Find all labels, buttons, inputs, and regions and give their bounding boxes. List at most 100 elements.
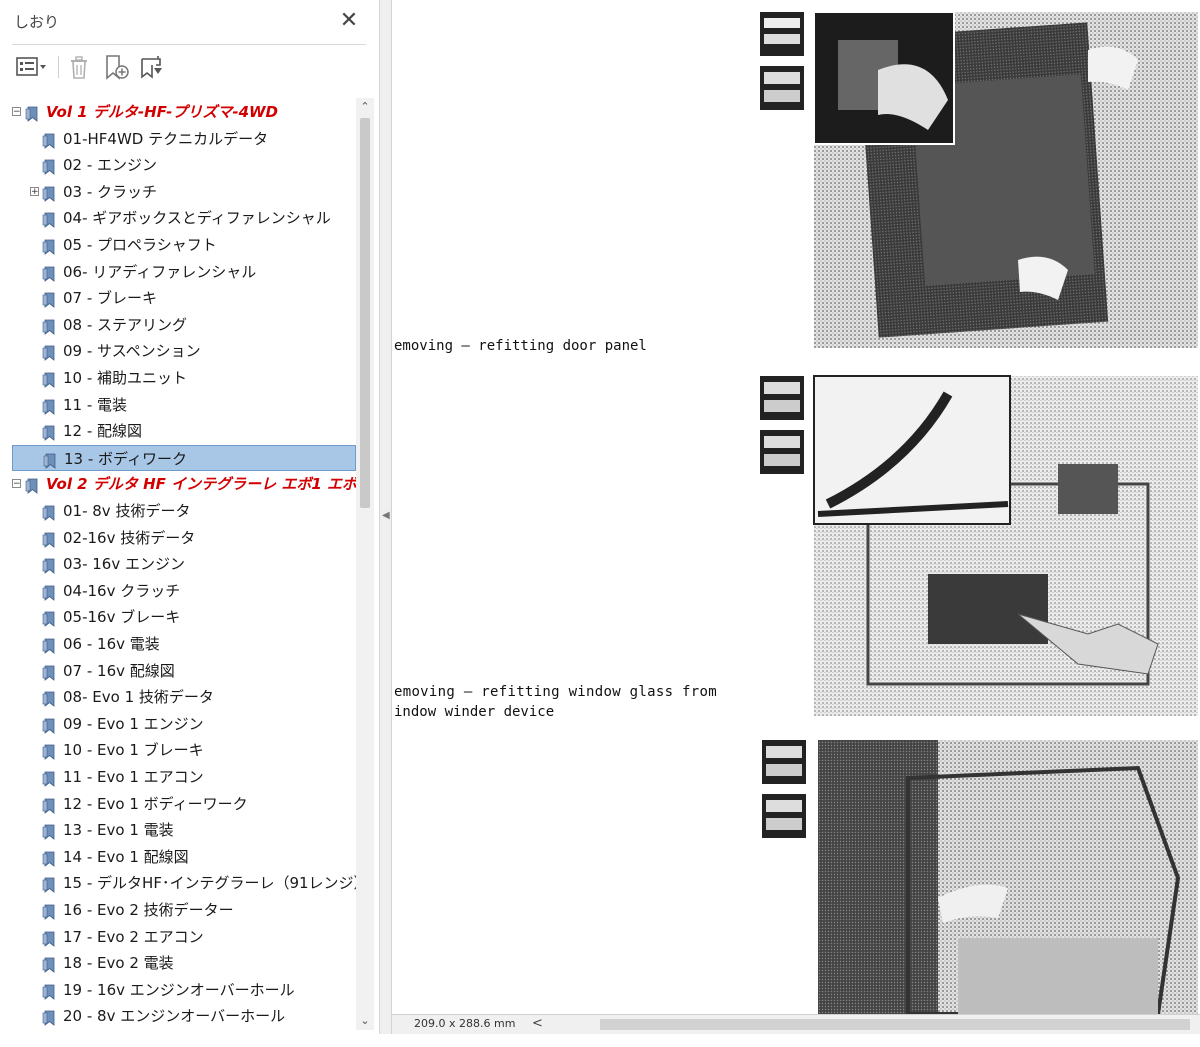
scrollbar-thumb[interactable] [360, 118, 370, 508]
bookmark-label: 02 - エンジン [63, 156, 158, 174]
bookmark-item[interactable]: 05 - プロペラシャフト [12, 232, 356, 258]
bookmark-label: 10 - 補助ユニット [63, 369, 188, 387]
bookmark-icon [42, 609, 57, 627]
bookmark-item[interactable]: 07 - ブレーキ [12, 285, 356, 311]
bookmark-volume[interactable]: − Vol 2 デルタ HF インテグラーレ エボ1 エボ2 [12, 471, 356, 497]
bookmark-item[interactable]: 13 - Evo 1 電装 [12, 817, 356, 843]
bookmark-item[interactable]: 02 - エンジン [12, 152, 356, 178]
bookmark-item[interactable]: 11 - Evo 1 エアコン [12, 764, 356, 790]
bookmark-item[interactable]: 15 - デルタHF･インテグラーレ（91レンジ） [12, 870, 356, 896]
bookmark-icon [42, 503, 57, 521]
horizontal-scrollbar-thumb[interactable] [600, 1019, 1190, 1030]
bookmark-item[interactable]: 03- 16v エンジン [12, 551, 356, 577]
bookmark-icon [42, 184, 57, 202]
scroll-left-icon[interactable]: < [532, 1016, 543, 1031]
bookmarks-panel: しおり ✕ − Vol 1 デルタ-HF-プリズマ-4WD 01-HF4WD テ… [0, 0, 380, 1047]
collapse-arrow-icon[interactable]: ◀ [382, 510, 390, 521]
trash-icon[interactable] [66, 52, 92, 82]
bookmark-item[interactable]: 11 - 電装 [12, 392, 356, 418]
bookmark-item[interactable]: 12 - Evo 1 ボディーワーク [12, 791, 356, 817]
bookmark-label: 08 - ステアリング [63, 316, 188, 334]
bookmark-label: 12 - 配線図 [63, 422, 143, 440]
bookmark-volume[interactable]: − Vol 1 デルタ-HF-プリズマ-4WD [12, 99, 356, 125]
bookmark-item[interactable]: 14 - Evo 1 配線図 [12, 844, 356, 870]
bookmark-item[interactable]: 16 - Evo 2 技術データー [12, 897, 356, 923]
caption-door-panel: emoving – refitting door panel [394, 338, 647, 354]
bookmark-icon [42, 769, 57, 787]
bookmark-item[interactable]: 20 - 8v エンジンオーバーホール [12, 1003, 356, 1029]
collapse-icon[interactable]: − [12, 479, 21, 489]
bookmark-icon [42, 796, 57, 814]
bookmark-label: 10 - Evo 1 ブレーキ [63, 741, 204, 759]
bookmark-icon [42, 583, 57, 601]
bookmark-label: 17 - Evo 2 エアコン [63, 928, 204, 946]
bookmark-icon [42, 530, 57, 548]
bookmark-item[interactable]: 07 - 16v 配線図 [12, 658, 356, 684]
bookmark-label: 09 - Evo 1 エンジン [63, 715, 204, 733]
bookmark-label: 16 - Evo 2 技術データー [63, 901, 234, 919]
caption-window-glass-line2: indow winder device [394, 704, 555, 720]
bookmark-item[interactable]: 01-HF4WD テクニカルデータ [12, 126, 356, 152]
bookmark-label: 11 - Evo 1 エアコン [63, 768, 204, 786]
bookmark-item[interactable]: 10 - 補助ユニット [12, 365, 356, 391]
bookmark-item[interactable]: 18 - Evo 2 電装 [12, 950, 356, 976]
panel-header: しおり ✕ [0, 0, 380, 46]
bookmark-item[interactable]: 09 - サスペンション [12, 338, 356, 364]
bookmarks-toolbar [0, 48, 380, 88]
bookmark-item[interactable]: 04- ギアボックスとディファレンシャル [12, 205, 356, 231]
bookmark-icon [42, 689, 57, 707]
window-glass-photo [760, 375, 1198, 716]
add-bookmark-icon[interactable] [102, 52, 130, 82]
bookmark-label: 14 - Evo 1 配線図 [63, 848, 189, 866]
bookmark-item[interactable]: +03 - クラッチ [12, 179, 356, 205]
scroll-down-icon[interactable]: ⌄ [356, 1012, 374, 1030]
bookmark-item[interactable]: 06- リアディファレンシャル [12, 259, 356, 285]
bookmark-icon [42, 423, 57, 441]
toolbar-divider [58, 56, 59, 78]
bookmark-label: 07 - ブレーキ [63, 289, 158, 307]
bookmark-icon [25, 104, 40, 122]
close-panel-button[interactable]: ✕ [336, 8, 362, 34]
bookmark-item[interactable]: 01- 8v 技術データ [12, 498, 356, 524]
bookmark-item[interactable]: 09 - Evo 1 エンジン [12, 711, 356, 737]
glass-removal-photo [762, 740, 1198, 1014]
bookmark-icon [42, 822, 57, 840]
bookmark-label: Vol 1 デルタ-HF-プリズマ-4WD [46, 103, 279, 121]
bookmark-item[interactable]: 19 - 16v エンジンオーバーホール [12, 977, 356, 1003]
bookmark-icon [42, 929, 57, 947]
document-page: emoving – refitting door panel emoving –… [392, 0, 1200, 1014]
bookmark-label: 04- ギアボックスとディファレンシャル [63, 209, 331, 227]
bookmark-label: 02-16v 技術データ [63, 529, 196, 547]
list-options-icon[interactable] [14, 52, 50, 82]
expand-icon[interactable]: + [30, 187, 39, 197]
bookmark-item[interactable]: 05-16v ブレーキ [12, 604, 356, 630]
bookmark-item[interactable]: 06 - 16v 電装 [12, 631, 356, 657]
bookmark-label: 05 - プロペラシャフト [63, 236, 217, 254]
bookmark-item[interactable]: 17 - Evo 2 エアコン [12, 924, 356, 950]
bookmark-item[interactable]: 04-16v クラッチ [12, 578, 356, 604]
bookmark-label: 19 - 16v エンジンオーバーホール [63, 981, 295, 999]
bottom-strip [0, 1034, 1200, 1047]
caption-window-glass-line1: emoving – refitting window glass from [394, 684, 717, 700]
bookmark-icon [42, 663, 57, 681]
status-bar: 209.0 x 288.6 mm < [392, 1014, 1200, 1035]
bookmark-icon [25, 476, 40, 494]
bookmark-label: 06- リアディファレンシャル [63, 263, 257, 281]
bookmark-item[interactable]: 08 - ステアリング [12, 312, 356, 338]
bookmark-scrollbar[interactable]: ⌃ ⌄ [356, 98, 374, 1030]
bookmark-item[interactable]: 02-16v 技術データ [12, 525, 356, 551]
bookmark-item[interactable]: 10 - Evo 1 ブレーキ [12, 737, 356, 763]
scroll-up-icon[interactable]: ⌃ [356, 98, 374, 116]
collapse-icon[interactable]: − [12, 107, 21, 117]
bookmark-icon [42, 955, 57, 973]
bookmark-label: 09 - サスペンション [63, 342, 201, 360]
bookmark-icon [42, 131, 57, 149]
bookmark-icon [42, 210, 57, 228]
bookmark-item[interactable]: 12 - 配線図 [12, 418, 356, 444]
bookmark-item[interactable]: 08- Evo 1 技術データ [12, 684, 356, 710]
bookmark-label: 05-16v ブレーキ [63, 608, 181, 626]
bookmark-label: 03- 16v エンジン [63, 555, 185, 573]
bookmark-item[interactable]: 13 - ボディワーク [12, 445, 356, 471]
bookmark-from-structure-icon[interactable] [136, 52, 166, 82]
panel-splitter[interactable]: ◀ [380, 0, 392, 1047]
